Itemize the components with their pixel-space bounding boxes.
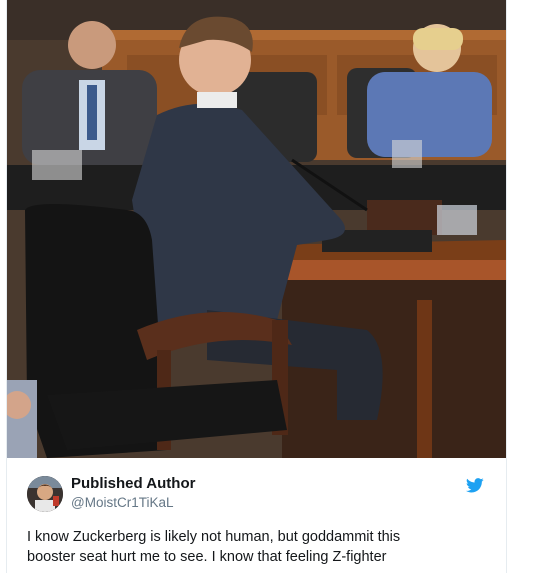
tweet-text-line: I know Zuckerberg is likely not human, b… [27,529,401,545]
avatar-icon [27,476,63,512]
profile-avatar[interactable] [27,476,63,512]
tweet-text: I know Zuckerberg is likely not human, b… [27,527,487,567]
tweet-body: Published Author @MoistCr1TiKaL I know Z… [7,458,506,573]
twitter-bird-icon[interactable] [465,478,484,493]
tweet-photo[interactable] [7,0,506,458]
display-name[interactable]: Published Author [71,475,195,492]
hearing-room-photo [7,0,506,458]
user-handle[interactable]: @MoistCr1TiKaL [71,495,173,510]
tweet-card: Published Author @MoistCr1TiKaL I know Z… [6,0,507,573]
tweet-text-line: booster seat hurt me to see. I know that… [27,549,387,565]
